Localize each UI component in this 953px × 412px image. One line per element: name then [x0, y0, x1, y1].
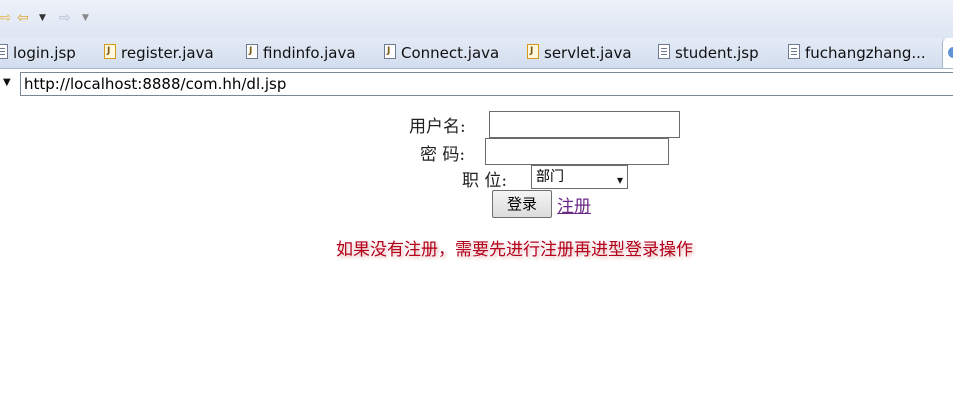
forward-disabled-icon[interactable]: ⇨ [59, 9, 75, 27]
java-file-icon [104, 36, 116, 66]
chevron-down-icon: ▾ [616, 173, 623, 187]
username-field[interactable] [489, 111, 680, 138]
position-select[interactable]: 部门 ▾ [531, 165, 628, 189]
login-button[interactable]: 登录 [492, 190, 552, 218]
register-notice: 如果没有注册，需要先进行注册再进型登录操作 [336, 240, 693, 260]
tab-connect-java[interactable]: Connect.java [384, 36, 500, 68]
tab-label: servlet.java [544, 44, 632, 62]
page-content: 用户名: 密 码: 职 位: 部门 ▾ 登录 注册 如果没有注册，需要先进行注册… [0, 101, 953, 412]
back-arrow-icon[interactable]: ⇦ [17, 9, 33, 27]
browser-toolbar: ⇨ ⇦ ▼ ⇨ ▼ [0, 0, 953, 38]
jsp-file-icon [788, 44, 800, 59]
password-field[interactable] [485, 138, 669, 165]
tab-web-browser[interactable] [942, 38, 953, 68]
tab-login-jsp[interactable]: login.jsp [0, 38, 76, 68]
tab-register-java[interactable]: register.java [104, 36, 214, 68]
jsp-file-icon [0, 44, 8, 59]
position-select-value: 部门 [536, 169, 564, 185]
globe-icon [948, 47, 953, 58]
tab-label: fuchangzhang... [805, 44, 926, 62]
register-link[interactable]: 注册 [557, 192, 591, 217]
tab-label: student.jsp [675, 44, 759, 62]
address-bar-row: ▼ http://localhost:8888/com.hh/dl.jsp [0, 69, 953, 101]
history-dropdown-icon[interactable]: ▼ [3, 77, 11, 88]
tab-label: register.java [121, 44, 214, 62]
forward-dropdown-icon[interactable]: ▼ [82, 9, 92, 27]
tab-label: login.jsp [13, 44, 76, 62]
username-label: 用户名: [409, 117, 466, 137]
java-file-icon [246, 36, 258, 66]
tab-label: findinfo.java [263, 44, 356, 62]
editor-tab-strip: login.jsp register.java findinfo.java Co… [0, 36, 953, 69]
forward-arrow-icon[interactable]: ⇨ [0, 9, 10, 27]
url-input[interactable]: http://localhost:8888/com.hh/dl.jsp [20, 72, 953, 96]
tab-label: Connect.java [401, 44, 500, 62]
password-label: 密 码: [420, 145, 466, 165]
position-label: 职 位: [462, 171, 508, 191]
java-file-icon [527, 36, 539, 66]
jsp-file-icon [658, 44, 670, 59]
tab-servlet-java[interactable]: servlet.java [527, 36, 632, 68]
tab-student-jsp[interactable]: student.jsp [658, 38, 759, 68]
tab-findinfo-java[interactable]: findinfo.java [246, 36, 356, 68]
tab-fuchangzhang[interactable]: fuchangzhang... [788, 38, 926, 68]
back-dropdown-icon[interactable]: ▼ [39, 9, 49, 27]
java-file-icon [384, 36, 396, 66]
